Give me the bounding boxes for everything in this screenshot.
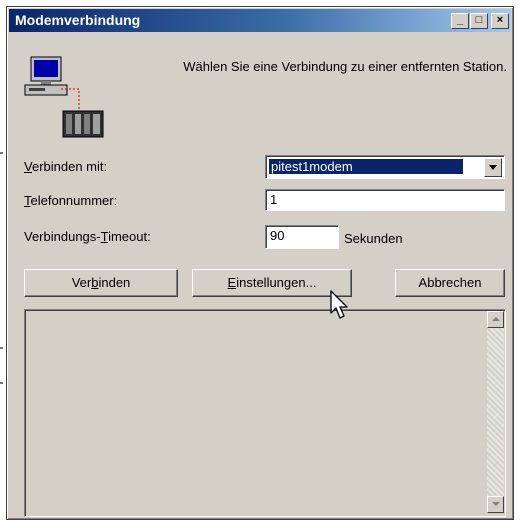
connection-select-value: pitest1modem: [269, 159, 463, 174]
modem-connection-dialog: Modemverbindung _ □ × Wählen Sie eine Ve…: [6, 6, 514, 520]
cancel-button[interactable]: Abbrechen: [395, 269, 505, 297]
computer-modem-plc-icon: [24, 56, 104, 138]
title-bar[interactable]: Modemverbindung _ □ ×: [9, 9, 511, 32]
background-fragment: [0, 382, 3, 384]
connection-select[interactable]: pitest1modem: [265, 155, 505, 179]
window-title: Modemverbindung: [15, 12, 141, 28]
phone-number-input[interactable]: 1: [265, 189, 505, 211]
close-button[interactable]: ×: [491, 13, 509, 29]
mouse-pointer-icon: [330, 290, 348, 319]
instruction-text: Wählen Sie eine Verbindung zu einer entf…: [183, 59, 507, 74]
background-fragment: [0, 347, 3, 349]
timeout-unit: Sekunden: [344, 231, 403, 246]
connection-log[interactable]: [24, 309, 506, 517]
scroll-up-icon[interactable]: [487, 311, 504, 328]
phone-number-value: 1: [270, 192, 278, 207]
phone-label: Telefonnummer:: [24, 193, 118, 208]
chevron-down-icon[interactable]: [484, 158, 502, 177]
vertical-scrollbar[interactable]: [487, 311, 504, 513]
connect-with-label: Verbinden mit:: [24, 159, 108, 174]
maximize-button[interactable]: □: [470, 13, 488, 29]
scroll-down-icon[interactable]: [487, 496, 504, 513]
timeout-label: Verbindungs-Timeout:: [24, 229, 151, 244]
connect-button[interactable]: Verbinden: [24, 269, 178, 297]
minimize-button[interactable]: _: [451, 13, 469, 29]
background-fragment: [0, 152, 3, 154]
timeout-value: 90: [270, 228, 285, 243]
settings-button[interactable]: Einstellungen...: [192, 269, 352, 297]
timeout-input[interactable]: 90: [265, 225, 339, 249]
